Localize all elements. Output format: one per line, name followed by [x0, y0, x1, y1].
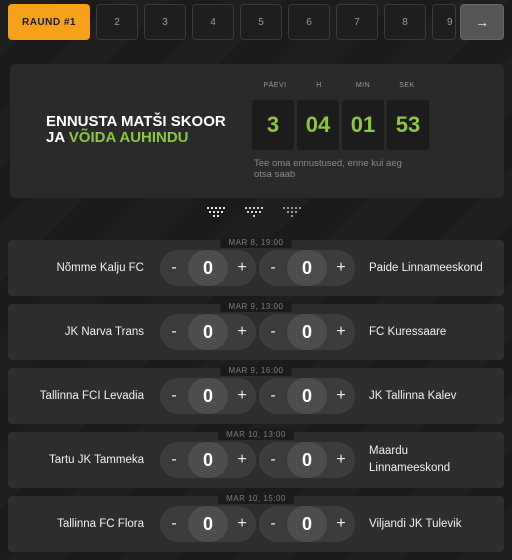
promo-headline: ENNUSTA MATŠI SKOOR JA VÕIDA AUHINDU: [46, 114, 226, 146]
away-score-stepper: - 0 +: [259, 250, 355, 286]
away-plus-button[interactable]: +: [327, 250, 355, 286]
home-score-value[interactable]: 0: [188, 250, 228, 286]
round-tab-8[interactable]: 8: [384, 4, 426, 40]
away-team-name: JK Tallinna Kalev: [369, 389, 457, 402]
round-tab-6[interactable]: 6: [288, 4, 330, 40]
arrow-right-icon: →: [475, 14, 489, 30]
formation-icons: [206, 206, 306, 220]
home-minus-button[interactable]: -: [160, 378, 188, 414]
away-minus-button[interactable]: -: [259, 378, 287, 414]
home-score-value[interactable]: 0: [188, 506, 228, 542]
away-team-name: Maardu Linnameeskond: [369, 445, 451, 474]
home-score-value[interactable]: 0: [188, 314, 228, 350]
away-score-value[interactable]: 0: [287, 250, 327, 286]
home-minus-button[interactable]: -: [160, 250, 188, 286]
home-team-name: Tartu JK Tammeka: [48, 454, 144, 466]
home-plus-button[interactable]: +: [228, 442, 256, 478]
home-plus-button[interactable]: +: [228, 506, 256, 542]
home-minus-button[interactable]: -: [160, 442, 188, 478]
round-tabs: RAUND #1 2 3 4 5 6 7 8 9 →: [8, 4, 508, 42]
match-date: MAR 10, 15:00: [218, 493, 294, 504]
formation-icon-1[interactable]: [206, 206, 228, 220]
home-team-name: Tallinna FCI Levadia: [39, 390, 144, 402]
away-plus-button[interactable]: +: [327, 506, 355, 542]
away-score-value[interactable]: 0: [287, 378, 327, 414]
round-tab-1[interactable]: RAUND #1: [8, 4, 90, 40]
match-date: MAR 8, 19:00: [220, 237, 292, 248]
match-row: MAR 9, 13:00 JK Narva Trans - 0 + - 0 + …: [8, 301, 504, 360]
home-score-stepper: - 0 +: [160, 378, 256, 414]
home-team-name: Tallinna FC Flora: [57, 518, 144, 530]
days-label: PÄEVI: [263, 82, 287, 89]
headline-line-1: ENNUSTA MATŠI SKOOR: [46, 113, 226, 130]
away-plus-button[interactable]: +: [327, 314, 355, 350]
home-minus-button[interactable]: -: [160, 314, 188, 350]
match-row: MAR 8, 19:00 Nõmme Kalju FC - 0 + - 0 + …: [8, 237, 504, 296]
away-plus-button[interactable]: +: [327, 378, 355, 414]
away-minus-button[interactable]: -: [259, 506, 287, 542]
headline-accent: VÕIDA AUHINDU: [68, 129, 189, 146]
home-plus-button[interactable]: +: [228, 314, 256, 350]
away-team-name: Paide Linnameeskond: [369, 261, 483, 274]
away-plus-button[interactable]: +: [327, 442, 355, 478]
home-team-name: Nõmme Kalju FC: [56, 262, 144, 274]
away-score-value[interactable]: 0: [287, 506, 327, 542]
match-row: MAR 10, 15:00 Tallinna FC Flora - 0 + - …: [8, 493, 504, 552]
home-score-value[interactable]: 0: [188, 378, 228, 414]
match-row: MAR 9, 16:00 Tallinna FCI Levadia - 0 + …: [8, 365, 504, 424]
away-score-value[interactable]: 0: [287, 442, 327, 478]
away-team-name: Viljandi JK Tulevik: [369, 517, 462, 530]
home-minus-button[interactable]: -: [160, 506, 188, 542]
home-score-stepper: - 0 +: [160, 250, 256, 286]
away-minus-button[interactable]: -: [259, 250, 287, 286]
round-tab-9[interactable]: 9: [432, 4, 456, 40]
hours-label: H: [316, 82, 322, 89]
away-score-stepper: - 0 +: [259, 506, 355, 542]
away-minus-button[interactable]: -: [259, 314, 287, 350]
seconds-label: SEK: [399, 82, 415, 89]
countdown-note: Tee oma ennustused, enne kui aeg otsa sa…: [254, 158, 402, 180]
round-tab-7[interactable]: 7: [336, 4, 378, 40]
away-team-name: FC Kuressaare: [369, 325, 447, 338]
headline-line-2: JA VÕIDA AUHINDU: [46, 130, 226, 146]
home-plus-button[interactable]: +: [228, 250, 256, 286]
next-rounds-button[interactable]: →: [460, 4, 504, 40]
match-date: MAR 10, 13:00: [218, 429, 294, 440]
away-minus-button[interactable]: -: [259, 442, 287, 478]
home-team-name: JK Narva Trans: [64, 326, 144, 338]
home-score-stepper: - 0 +: [160, 506, 256, 542]
home-score-value[interactable]: 0: [188, 442, 228, 478]
away-score-stepper: - 0 +: [259, 378, 355, 414]
round-tab-2[interactable]: 2: [96, 4, 138, 40]
countdown-panel: ENNUSTA MATŠI SKOOR JA VÕIDA AUHINDU PÄE…: [10, 64, 504, 198]
days-value: 3: [252, 100, 294, 150]
seconds-value: 53: [387, 100, 429, 150]
home-score-stepper: - 0 +: [160, 314, 256, 350]
formation-icon-2[interactable]: [244, 206, 266, 220]
match-date: MAR 9, 16:00: [220, 365, 292, 376]
formation-icon-3[interactable]: [282, 206, 304, 220]
hours-value: 04: [297, 100, 339, 150]
round-tab-5[interactable]: 5: [240, 4, 282, 40]
away-score-stepper: - 0 +: [259, 314, 355, 350]
headline-prefix: JA: [46, 129, 69, 146]
round-tab-4[interactable]: 4: [192, 4, 234, 40]
minutes-label: MIN: [355, 82, 371, 89]
away-score-stepper: - 0 +: [259, 442, 355, 478]
match-row: MAR 10, 13:00 Tartu JK Tammeka - 0 + - 0…: [8, 429, 504, 488]
minutes-value: 01: [342, 100, 384, 150]
match-date: MAR 9, 13:00: [220, 301, 292, 312]
home-plus-button[interactable]: +: [228, 378, 256, 414]
round-tab-3[interactable]: 3: [144, 4, 186, 40]
home-score-stepper: - 0 +: [160, 442, 256, 478]
away-score-value[interactable]: 0: [287, 314, 327, 350]
